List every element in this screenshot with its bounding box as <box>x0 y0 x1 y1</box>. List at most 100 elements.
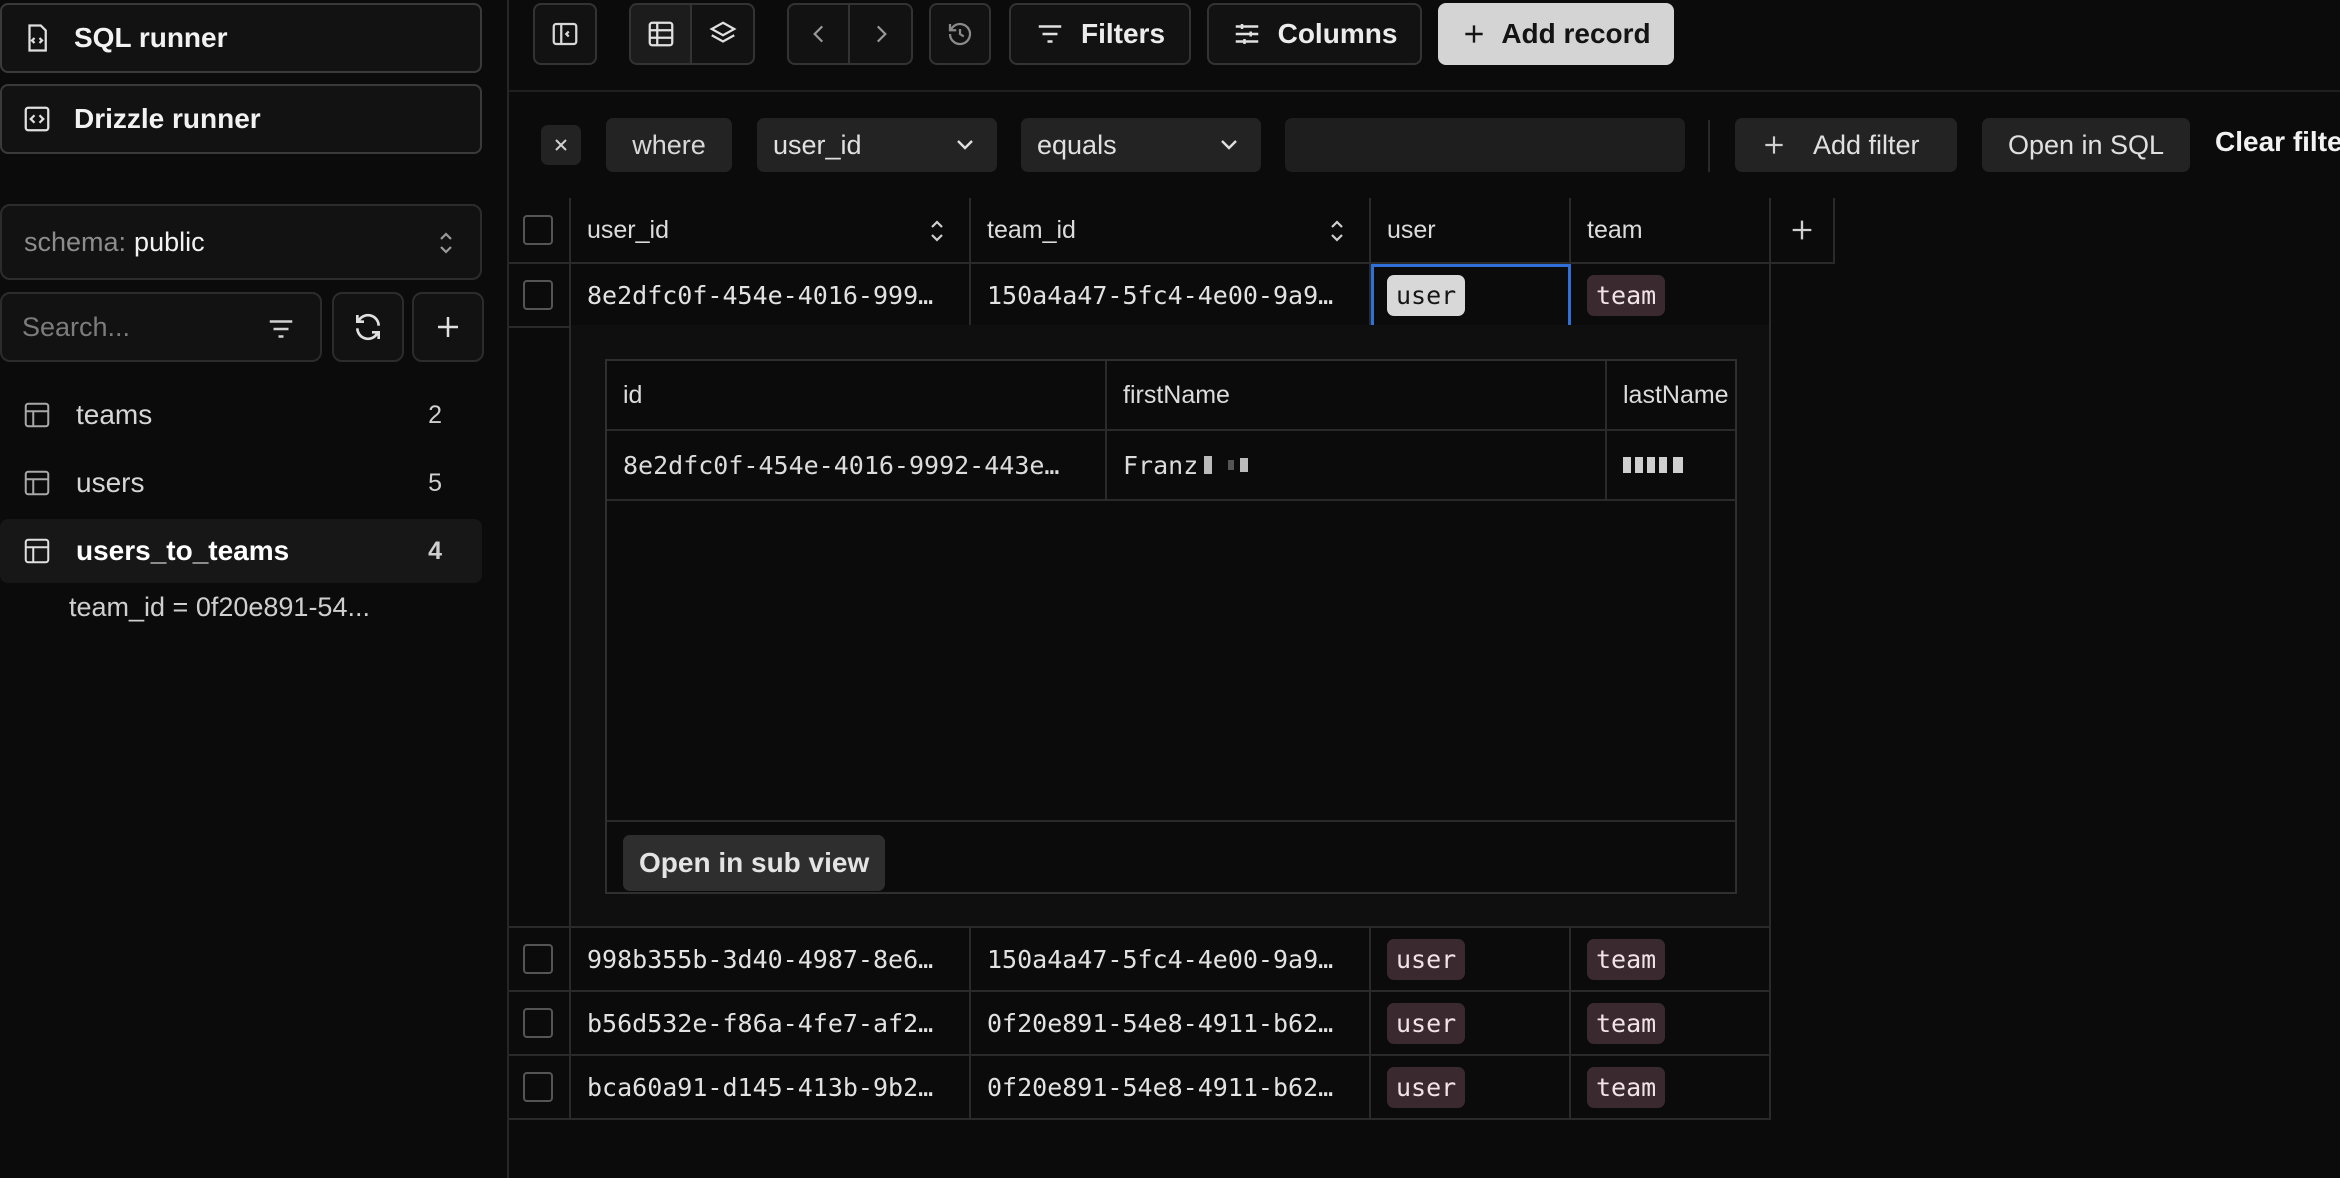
remove-filter-button[interactable] <box>541 125 581 165</box>
sub-column-header-firstname[interactable]: firstName <box>1107 361 1607 431</box>
column-header-team[interactable]: team <box>1571 198 1771 264</box>
sort-icon[interactable] <box>927 216 947 246</box>
sub-table-cell[interactable]: Franz <box>1107 431 1607 501</box>
sidebar-item-label: users_to_teams <box>76 535 290 566</box>
relation-cell-team[interactable]: team <box>1571 264 1771 328</box>
filter-value-input[interactable] <box>1285 118 1685 172</box>
sub-table: id firstName lastName 8e2dfc0f-454e-4016… <box>605 359 1737 894</box>
filter-operator-select[interactable]: equals <box>1021 118 1261 172</box>
sidebar-panel-icon <box>552 22 578 46</box>
relation-cell-team[interactable]: team <box>1571 928 1771 992</box>
drizzle-runner-button[interactable]: Drizzle runner <box>0 84 482 154</box>
select-all-checkbox[interactable] <box>523 215 553 245</box>
relation-cell-team[interactable]: team <box>1571 1056 1771 1120</box>
relation-cell-user[interactable]: user <box>1371 992 1571 1056</box>
relation-cell-user[interactable]: user <box>1371 928 1571 992</box>
redacted-text <box>1635 457 1643 473</box>
sidebar-item-users[interactable]: users 5 <box>0 451 482 515</box>
row-select-cell <box>509 928 571 992</box>
layers-view-button[interactable] <box>692 5 753 63</box>
schema-label: schema: <box>24 226 127 257</box>
row-count: 2 <box>428 400 442 429</box>
search-box <box>0 292 322 362</box>
table-cell[interactable]: 150a4a47-5fc4-4e00-9a9… <box>971 264 1371 328</box>
table-cell[interactable]: 0f20e891-54e8-4911-b62… <box>971 992 1371 1056</box>
sub-table-cell[interactable] <box>1607 431 1735 501</box>
drizzle-runner-label: Drizzle runner <box>74 103 261 134</box>
add-filter-button[interactable]: Add filter <box>1735 118 1957 172</box>
add-record-button[interactable]: Add record <box>1438 3 1674 65</box>
column-header-label: team <box>1587 215 1643 244</box>
filter-column-select[interactable]: user_id <box>757 118 997 172</box>
table-view-button[interactable] <box>631 5 693 63</box>
row-checkbox[interactable] <box>523 1008 553 1038</box>
toggle-sidebar-button[interactable] <box>533 3 597 65</box>
relation-pill: user <box>1387 1066 1466 1108</box>
sub-column-header-id[interactable]: id <box>607 361 1107 431</box>
back-button[interactable] <box>789 5 851 63</box>
forward-button[interactable] <box>850 5 911 63</box>
open-in-sql-button[interactable]: Open in SQL <box>1982 118 2190 172</box>
filter-operator-value: equals <box>1037 129 1117 160</box>
row-checkbox[interactable] <box>523 280 553 310</box>
open-in-sub-view-button[interactable]: Open in sub view <box>623 835 886 891</box>
table-cell[interactable]: b56d532e-f86a-4fe7-af2… <box>571 992 971 1056</box>
history-button[interactable] <box>929 3 991 65</box>
sort-icon[interactable] <box>1327 216 1347 246</box>
filters-button[interactable]: Filters <box>1009 3 1191 65</box>
table-icon <box>24 470 50 496</box>
table-cell[interactable]: bca60a91-d145-413b-9b2… <box>571 1056 971 1120</box>
column-header-label: user <box>1387 215 1436 244</box>
relation-cell-team[interactable]: team <box>1571 992 1771 1056</box>
add-column-button[interactable] <box>1771 198 1835 264</box>
row-checkbox[interactable] <box>523 1072 553 1102</box>
table-cell[interactable]: 8e2dfc0f-454e-4016-999… <box>571 264 971 328</box>
relation-pill: team <box>1587 938 1666 980</box>
table-cell[interactable]: 998b355b-3d40-4987-8e6… <box>571 928 971 992</box>
column-header-team-id[interactable]: team_id <box>971 198 1371 264</box>
filter-column-value: user_id <box>773 129 862 160</box>
table-cell[interactable]: 0f20e891-54e8-4911-b62… <box>971 1056 1371 1120</box>
row-select-cell <box>509 992 571 1056</box>
plus-icon <box>1465 25 1483 43</box>
history-nav <box>787 3 913 65</box>
active-filter-item[interactable]: team_id = 0f20e891-54... <box>69 592 370 623</box>
refresh-button[interactable] <box>332 292 404 362</box>
sidebar-item-users-to-teams[interactable]: users_to_teams 4 <box>0 519 482 583</box>
history-icon <box>948 22 972 46</box>
filters-label: Filters <box>1080 18 1166 49</box>
redacted-text <box>1240 458 1249 472</box>
add-record-label: Add record <box>1501 18 1651 49</box>
sub-table-cell[interactable]: 8e2dfc0f-454e-4016-9992-443e… <box>607 431 1107 501</box>
relation-cell-user[interactable]: user <box>1371 1056 1571 1120</box>
relation-pill: user <box>1387 938 1466 980</box>
sql-runner-button[interactable]: SQL runner <box>0 3 482 73</box>
filter-lines-icon[interactable] <box>266 314 296 344</box>
sub-column-header-lastname[interactable]: lastName <box>1607 361 1735 431</box>
column-header-user[interactable]: user <box>1371 198 1571 264</box>
search-input[interactable] <box>22 311 252 343</box>
sql-runner-label: SQL runner <box>74 22 228 53</box>
redacted-text <box>1673 457 1683 473</box>
columns-button[interactable]: Columns <box>1207 3 1422 65</box>
chevron-down-icon <box>957 140 973 150</box>
toolbar-divider <box>509 90 2340 92</box>
table-cell[interactable]: 150a4a47-5fc4-4e00-9a9… <box>971 928 1371 992</box>
row-select-cell <box>509 264 571 328</box>
table-icon <box>24 402 50 428</box>
filter-divider <box>1708 120 1710 172</box>
close-icon <box>555 139 567 151</box>
chevron-updown-icon <box>440 232 452 254</box>
clear-filters-button[interactable]: Clear filte <box>2215 126 2340 158</box>
add-table-button[interactable] <box>412 292 484 362</box>
schema-select[interactable]: schema: public <box>0 204 482 280</box>
sidebar-item-label: users <box>76 467 145 498</box>
row-checkbox[interactable] <box>523 944 553 974</box>
schema-value: public <box>134 226 205 257</box>
chevron-right-icon <box>876 25 887 43</box>
column-header-user-id[interactable]: user_id <box>571 198 971 264</box>
redacted-text <box>1204 456 1213 474</box>
filter-where-label: where <box>606 118 732 172</box>
sidebar-item-teams[interactable]: teams 2 <box>0 383 482 447</box>
relation-cell-user[interactable]: user <box>1371 264 1571 328</box>
